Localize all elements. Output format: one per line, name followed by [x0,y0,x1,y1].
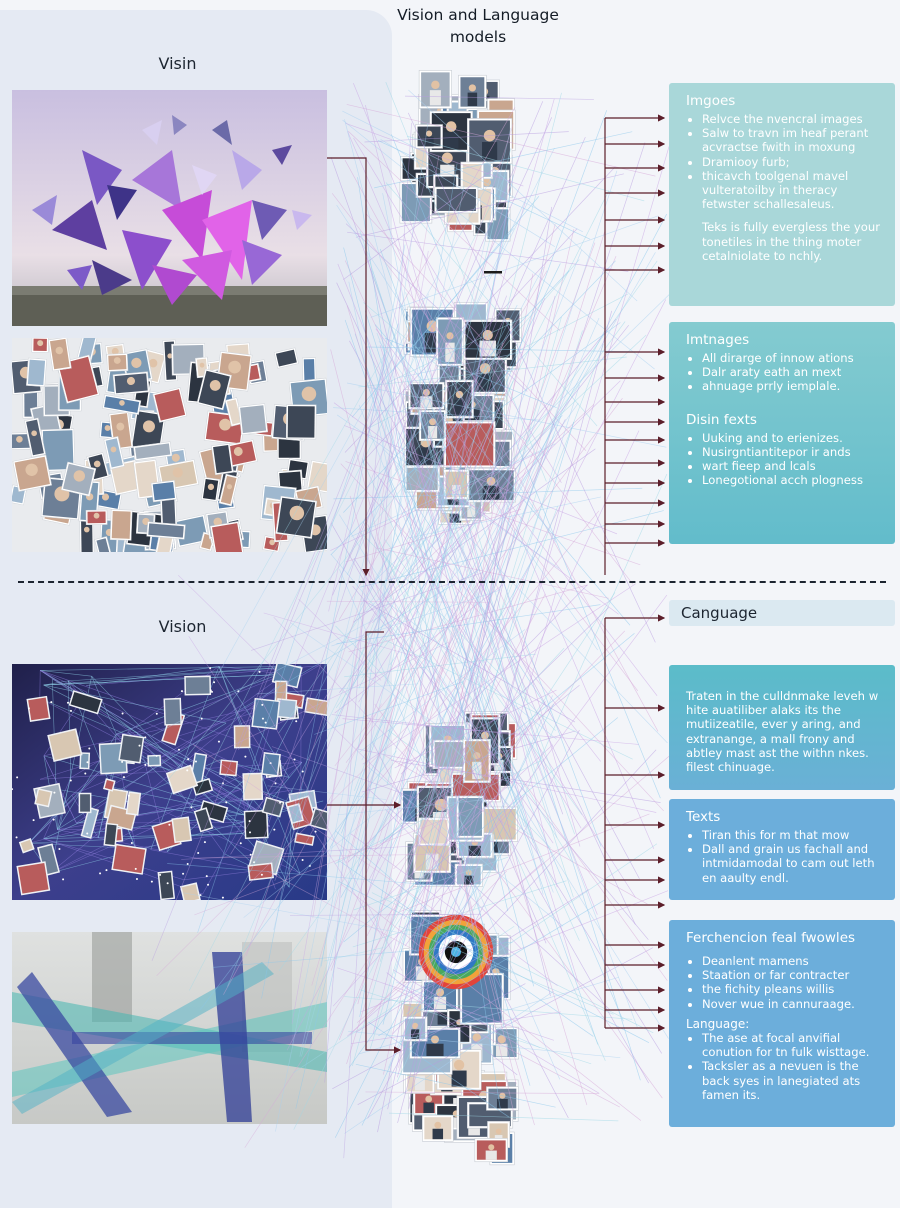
training-text: Traten in the culldnmake leveh w hite au… [686,689,879,775]
ferchencion-card: Ferchencion feal fwowles Deanlent mamens… [669,920,895,1127]
language-header-title: Canguage [681,604,758,622]
ferchencion-item: the fichity pleans willis [702,982,883,996]
disin-item: Uuking and to erienizes. [702,431,883,445]
images-card-title: Imgoes [686,93,736,109]
images-card: Imgoes Relvce the nvencral images Salw t… [669,83,895,306]
disin-fexts-title: Disin fexts [686,411,757,428]
disin-item: Lonegotional acch plogness [702,473,883,487]
disin-item: wart fieep and lcals [702,459,883,473]
imtnages-card: Imtnages All dirarge of innow ations Dal… [669,322,895,544]
images-item: thicavch toolgenal mavel vulteratoilby i… [702,169,883,212]
images-item: Salw to travn im heaf perant acvractse f… [702,126,883,154]
texts-card-title: Texts [686,809,721,825]
texts-item: Dall and grain us fachall and intmidamod… [702,842,883,885]
images-item: Relvce the nvencral images [702,112,883,126]
imtnages-item: All dirarge of innow ations [702,351,883,365]
language-header-bar: Canguage [669,600,895,626]
language-item: Tacksler as a nevuen is the back syes in… [702,1059,883,1102]
images-item: Dramiooy furb; [702,155,883,169]
ferchencion-card-title: Ferchencion feal fwowles [686,930,856,946]
imtnages-item: ahnuage prrly iemplale. [702,379,883,393]
section-divider [18,581,886,583]
imtnages-item: Dalr araty eath an mext [702,365,883,379]
disin-item: Nusirgntiantitepor ir ands [702,445,883,459]
imtnages-card-title: Imtnages [686,332,750,348]
language-sub-title: Language: [686,1016,750,1031]
images-note: Teks is fully evergless the your tonetil… [702,220,880,263]
training-card: Traten in the culldnmake leveh w hite au… [669,665,895,790]
ferchencion-item: Deanlent mamens [702,954,883,968]
texts-card: Texts Tiran this for m that mow Dall and… [669,799,895,900]
ferchencion-item: Staation or far contracter [702,968,883,982]
texts-item: Tiran this for m that mow [702,828,883,842]
language-item: The ase at focal anvifial conution for t… [702,1031,883,1059]
ferchencion-item: Nover wue in cannuraage. [702,997,883,1011]
